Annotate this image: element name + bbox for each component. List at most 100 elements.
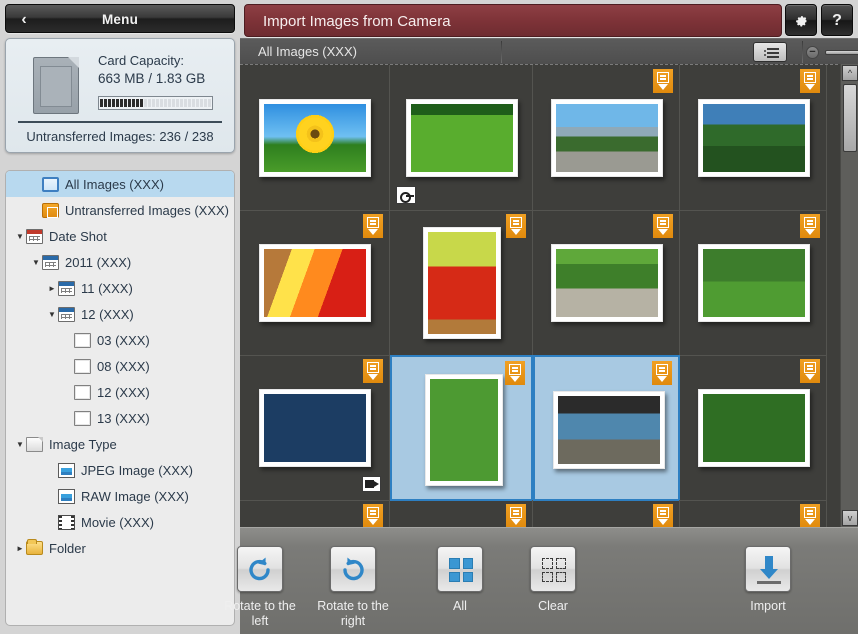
menu-button[interactable]: ‹ Menu	[5, 4, 235, 33]
card-capacity-panel: Card Capacity: 663 MB / 1.83 GB Untransf…	[5, 38, 235, 153]
twisty-expanded-icon[interactable]: ▼	[14, 431, 26, 457]
thumbnail-cell[interactable]	[533, 65, 680, 211]
thumbnail-image[interactable]	[259, 244, 371, 322]
card-usage-meter	[98, 96, 213, 110]
thumbnail-image[interactable]	[698, 99, 810, 177]
rotate-ccw-icon	[237, 546, 283, 592]
thumbnail-image[interactable]	[698, 244, 810, 322]
meter-segment	[152, 99, 155, 107]
untransferred-badge-icon	[506, 504, 526, 527]
tree-item-untransferred-images-xxx[interactable]: Untransferred Images (XXX)	[6, 197, 234, 223]
tree-item-jpeg-image-xxx[interactable]: JPEG Image (XXX)	[6, 457, 234, 483]
thumbnail-image[interactable]	[551, 99, 663, 177]
thumbnail-cell[interactable]	[680, 210, 827, 356]
thumbnail-cell[interactable]	[240, 355, 390, 501]
help-button[interactable]: ?	[821, 4, 853, 36]
thumbnail-cell[interactable]	[240, 500, 390, 527]
meter-segment	[136, 99, 139, 107]
photo-duck	[264, 394, 366, 462]
grid-scrollbar[interactable]: ^ v	[840, 64, 858, 527]
rotate-left-button[interactable]: Rotate to the left	[215, 546, 305, 629]
thumbnail-image[interactable]	[425, 374, 503, 486]
thumbnail-cell[interactable]	[390, 355, 533, 501]
thumbnail-cell[interactable]	[240, 210, 390, 356]
thumbnail-image[interactable]	[423, 227, 501, 339]
all-images-icon	[42, 176, 59, 192]
scrollbar-thumb[interactable]	[843, 84, 857, 152]
thumbnail-cell[interactable]	[390, 65, 533, 211]
twisty-expanded-icon[interactable]: ▼	[14, 223, 26, 249]
source-tree[interactable]: All Images (XXX) Untransferred Images (XX…	[5, 170, 235, 626]
tree-item-all-images-xxx[interactable]: All Images (XXX)	[6, 171, 234, 197]
meter-segment	[108, 99, 111, 107]
twisty-collapsed-icon[interactable]: ►	[14, 535, 26, 561]
tree-item-03-xxx[interactable]: 03 (XXX)	[6, 327, 234, 353]
untransferred-badge-icon	[800, 504, 820, 527]
import-button[interactable]: Import	[723, 546, 813, 614]
twisty-spacer	[62, 353, 74, 379]
twisty-spacer	[62, 379, 74, 405]
thumbnail-cell[interactable]	[533, 355, 680, 501]
thumbnail-image[interactable]	[698, 389, 810, 467]
twisty-expanded-icon[interactable]: ▼	[30, 249, 42, 275]
rotate-right-button[interactable]: Rotate to the right	[308, 546, 398, 629]
thumbnail-image[interactable]	[406, 99, 518, 177]
thumbnail-cell[interactable]	[680, 65, 827, 211]
untransferred-badge-icon	[800, 69, 820, 93]
thumbnail-cell[interactable]	[240, 65, 390, 211]
left-panel: ‹ Menu Card Capacity: 663 MB / 1.83 GB U…	[0, 0, 240, 634]
thumbnail-cell[interactable]	[680, 355, 827, 501]
twisty-spacer	[30, 197, 42, 223]
thumbnail-image[interactable]	[259, 389, 371, 467]
settings-button[interactable]	[785, 4, 817, 36]
thumbnail-image[interactable]	[551, 244, 663, 322]
zoom-out-icon: −	[809, 46, 816, 58]
gear-icon	[795, 15, 807, 26]
view-toolbar: All Images (XXX) − +	[240, 38, 858, 64]
tree-item-11-xxx[interactable]: ► 11 (XXX)	[6, 275, 234, 301]
thumbnail-cell[interactable]	[680, 500, 827, 527]
tree-item-image-type[interactable]: ▼ Image Type	[6, 431, 234, 457]
photo-mother-child	[703, 249, 805, 317]
scroll-down-button[interactable]: v	[842, 510, 858, 526]
meter-segment	[184, 99, 187, 107]
list-view-button[interactable]	[753, 42, 787, 62]
twisty-spacer	[62, 405, 74, 431]
twisty-expanded-icon[interactable]: ▼	[46, 301, 58, 327]
tree-item-raw-image-xxx[interactable]: RAW Image (XXX)	[6, 483, 234, 509]
photo-two-men	[703, 104, 805, 172]
scroll-up-button[interactable]: ^	[842, 65, 858, 81]
thumbnail-cell[interactable]	[390, 210, 533, 356]
tree-item-label: Folder	[49, 540, 86, 556]
meter-segment	[196, 99, 199, 107]
thumbnail-cell[interactable]	[533, 500, 680, 527]
thumbnail-image[interactable]	[553, 391, 665, 469]
meter-segment	[104, 99, 107, 107]
divider	[501, 41, 502, 63]
tree-item-12-xxx[interactable]: ▼ 12 (XXX)	[6, 301, 234, 327]
zoom-out-button[interactable]: −	[806, 46, 819, 59]
tree-item-label: JPEG Image (XXX)	[81, 462, 193, 478]
list-view-icon	[763, 48, 779, 58]
twisty-collapsed-icon[interactable]: ►	[46, 275, 58, 301]
thumbnail-cell[interactable]	[390, 500, 533, 527]
tree-item-12-xxx[interactable]: 12 (XXX)	[6, 379, 234, 405]
tree-item-movie-xxx[interactable]: Movie (XXX)	[6, 509, 234, 535]
tree-item-folder[interactable]: ► Folder	[6, 535, 234, 561]
tree-item-13-xxx[interactable]: 13 (XXX)	[6, 405, 234, 431]
tree-item-label: 13 (XXX)	[97, 410, 150, 426]
thumbnail-cell[interactable]	[533, 210, 680, 356]
thumbnail-image[interactable]	[259, 99, 371, 177]
folder-icon	[26, 539, 43, 555]
tree-item-2011-xxx[interactable]: ▼ 2011 (XXX)	[6, 249, 234, 275]
page-icon	[26, 436, 43, 452]
tree-item-date-shot[interactable]: ▼ Date Shot	[6, 223, 234, 249]
meter-segment	[156, 99, 159, 107]
tree-item-08-xxx[interactable]: 08 (XXX)	[6, 353, 234, 379]
select-all-button[interactable]: All	[415, 546, 505, 614]
clear-button[interactable]: Clear	[508, 546, 598, 614]
zoom-slider-group: − +	[806, 39, 858, 65]
zoom-slider-track[interactable]	[825, 50, 858, 55]
import-glyph	[757, 556, 781, 584]
thumbnail-grid[interactable]	[240, 64, 858, 527]
